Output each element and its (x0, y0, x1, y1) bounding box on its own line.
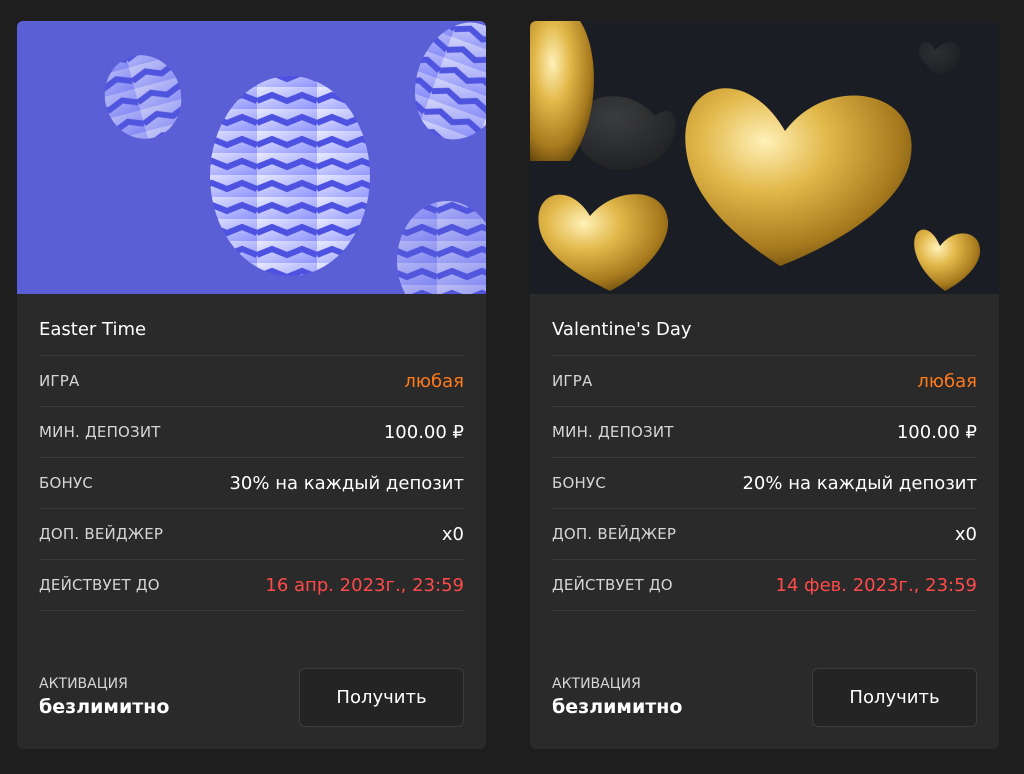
bonus-card-valentine: Valentine's Day ИГРА любая МИН. ДЕПОЗИТ … (530, 21, 999, 749)
valentine-banner-image (530, 21, 999, 294)
row-bonus: БОНУС 20% на каждый депозит (552, 458, 977, 509)
row-label: ДОП. ВЕЙДЖЕР (552, 525, 677, 543)
easter-banner-image (17, 21, 486, 294)
get-bonus-button[interactable]: Получить (812, 667, 977, 727)
row-value: 16 апр. 2023г., 23:59 (265, 574, 464, 596)
bonus-card-easter: Easter Time ИГРА любая МИН. ДЕПОЗИТ 100.… (17, 21, 486, 749)
row-wager: ДОП. ВЕЙДЖЕР x0 (39, 509, 464, 560)
row-wager: ДОП. ВЕЙДЖЕР x0 (552, 509, 977, 560)
card-title: Valentine's Day (552, 294, 977, 356)
row-min-deposit: МИН. ДЕПОЗИТ 100.00 ₽ (39, 407, 464, 458)
card-title: Easter Time (39, 294, 464, 356)
row-label: МИН. ДЕПОЗИТ (552, 423, 674, 441)
row-label: ДЕЙСТВУЕТ ДО (552, 576, 673, 594)
row-min-deposit: МИН. ДЕПОЗИТ 100.00 ₽ (552, 407, 977, 458)
row-game: ИГРА любая (552, 356, 977, 407)
activation-label: АКТИВАЦИЯ (39, 676, 128, 692)
row-value: 14 фев. 2023г., 23:59 (775, 574, 977, 596)
row-label: ДОП. ВЕЙДЖЕР (39, 525, 164, 543)
row-label: ДЕЙСТВУЕТ ДО (39, 576, 160, 594)
row-value: 100.00 ₽ (383, 421, 464, 443)
row-bonus: БОНУС 30% на каждый депозит (39, 458, 464, 509)
activation-info: АКТИВАЦИЯ безлимитно (39, 676, 169, 718)
get-bonus-button[interactable]: Получить (299, 667, 464, 727)
row-value: 30% на каждый депозит (229, 472, 464, 494)
activation-value: безлимитно (39, 696, 170, 718)
row-label: ИГРА (39, 372, 80, 390)
row-label: БОНУС (552, 474, 606, 492)
row-label: БОНУС (39, 474, 93, 492)
row-valid-until: ДЕЙСТВУЕТ ДО 14 фев. 2023г., 23:59 (552, 560, 977, 611)
row-value: любая (404, 370, 464, 392)
activation-label: АКТИВАЦИЯ (552, 676, 641, 692)
row-value: 100.00 ₽ (896, 421, 977, 443)
row-value: 20% на каждый депозит (742, 472, 977, 494)
row-value: x0 (954, 523, 977, 545)
row-value: любая (917, 370, 977, 392)
row-game: ИГРА любая (39, 356, 464, 407)
activation-info: АКТИВАЦИЯ безлимитно (552, 676, 682, 718)
activation-section: АКТИВАЦИЯ безлимитно Получить (39, 667, 464, 727)
row-valid-until: ДЕЙСТВУЕТ ДО 16 апр. 2023г., 23:59 (39, 560, 464, 611)
row-value: x0 (441, 523, 464, 545)
activation-section: АКТИВАЦИЯ безлимитно Получить (552, 667, 977, 727)
row-label: ИГРА (552, 372, 593, 390)
activation-value: безлимитно (552, 696, 683, 718)
row-label: МИН. ДЕПОЗИТ (39, 423, 161, 441)
